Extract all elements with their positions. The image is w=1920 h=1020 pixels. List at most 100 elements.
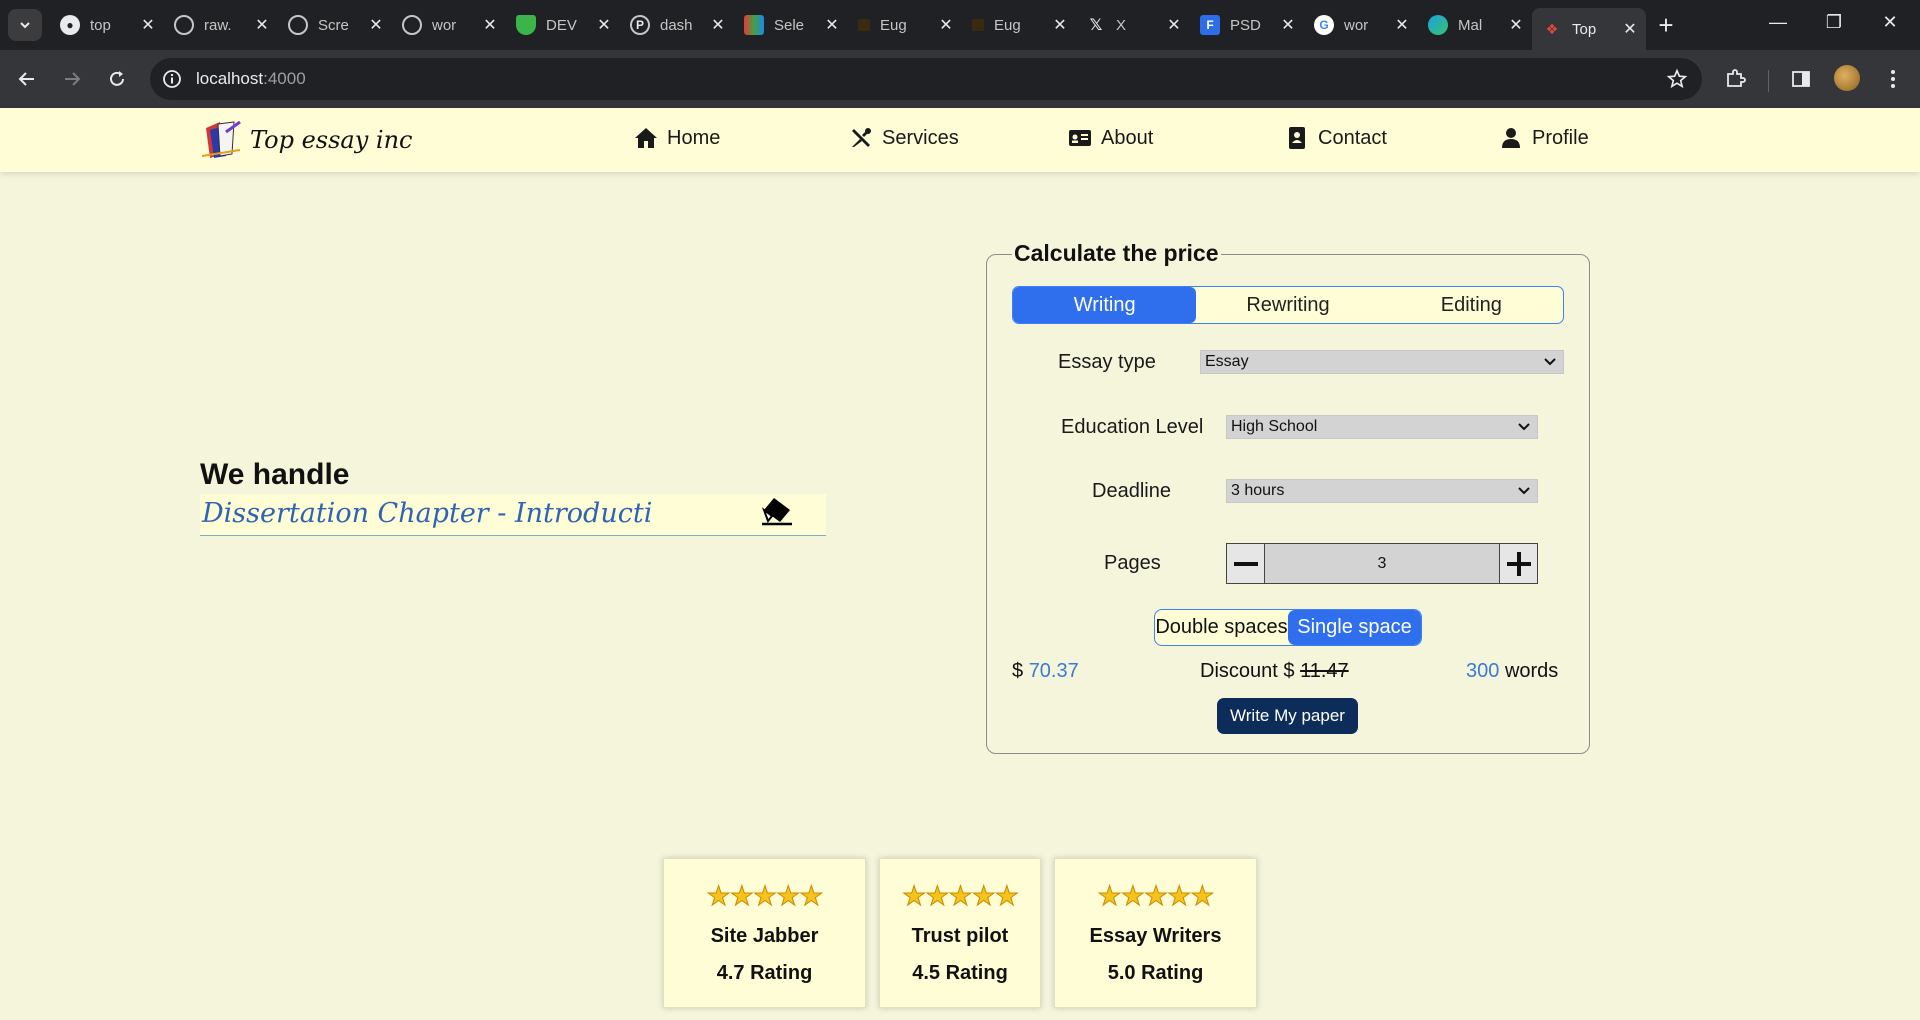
close-window-icon[interactable]: ✕: [1868, 12, 1912, 33]
five-stars-icon: ★★★★★: [901, 881, 1019, 912]
site-logo[interactable]: Top essay inc: [200, 120, 413, 160]
close-tab-icon[interactable]: ✕: [708, 15, 728, 35]
new-tab-button[interactable]: +: [1650, 9, 1682, 41]
tab-title: X: [1116, 16, 1127, 34]
close-tab-icon[interactable]: ✕: [1164, 15, 1184, 35]
tab-title: PSD: [1230, 16, 1261, 34]
puzzle-icon: [1727, 69, 1746, 87]
browser-tab[interactable]: raw. ✕: [164, 8, 278, 42]
close-tab-icon[interactable]: ✕: [138, 15, 158, 35]
browser-tab[interactable]: Eug ✕: [848, 8, 962, 42]
rating-source: Essay Writers: [1089, 925, 1222, 947]
plus-icon: [1506, 551, 1531, 576]
deadline-select[interactable]: 3 hours: [1226, 479, 1538, 503]
browser-menu-button[interactable]: [1878, 64, 1908, 94]
browser-tab[interactable]: Scre ✕: [278, 8, 392, 42]
tab-title: Sele: [774, 16, 805, 34]
tab-editing[interactable]: Editing: [1380, 287, 1563, 323]
nav-label: Services: [882, 126, 959, 149]
browser-tab[interactable]: G wor ✕: [1304, 8, 1418, 42]
tab-search-button[interactable]: [8, 9, 42, 41]
decrement-button[interactable]: [1227, 544, 1265, 583]
close-tab-icon[interactable]: ✕: [594, 15, 614, 35]
nav-contact[interactable]: Contact: [1284, 126, 1387, 150]
close-tab-icon[interactable]: ✕: [252, 15, 272, 35]
reload-button[interactable]: [100, 62, 134, 96]
nav-label: Home: [667, 126, 721, 149]
psd-icon: F: [1200, 15, 1220, 35]
browser-toolbar: localhost:4000: [0, 50, 1920, 108]
tab-title: wor: [1344, 16, 1369, 34]
price-display: $ 70.37: [1012, 660, 1079, 683]
minimize-icon[interactable]: —: [1756, 12, 1800, 33]
rating-value: 4.7 Rating: [716, 962, 813, 984]
browser-tab[interactable]: Eug ✕: [962, 8, 1076, 42]
contact-book-icon: [1284, 126, 1310, 150]
pages-input[interactable]: 3: [1265, 544, 1499, 583]
browser-tab[interactable]: 𝕏 X ✕: [1076, 8, 1190, 42]
price-value: 70.37: [1028, 660, 1079, 682]
browser-tab[interactable]: Sele ✕: [734, 8, 848, 42]
nav-services[interactable]: Services: [848, 126, 959, 150]
browser-tab[interactable]: Mal ✕: [1418, 8, 1532, 42]
site-logo-icon: ❖: [1545, 20, 1559, 37]
browser-tab-active[interactable]: ❖ Top ✕: [1532, 8, 1646, 50]
tab-title: wor: [432, 16, 457, 34]
write-my-paper-button[interactable]: Write My paper: [1217, 698, 1358, 734]
single-space-option[interactable]: Single space: [1288, 610, 1421, 645]
url-host: localhost: [196, 69, 264, 88]
close-tab-icon[interactable]: ✕: [822, 15, 842, 35]
education-level-select[interactable]: High School: [1226, 415, 1538, 439]
tab-title: Scre: [318, 16, 349, 34]
rating-source: Site Jabber: [710, 925, 819, 947]
url-port: :4000: [263, 69, 306, 88]
nav-about[interactable]: About: [1067, 126, 1153, 150]
extensions-button[interactable]: [1720, 64, 1750, 94]
essay-type-select[interactable]: Essay: [1200, 350, 1564, 374]
increment-button[interactable]: [1499, 544, 1537, 583]
browser-tab[interactable]: F PSD ✕: [1190, 8, 1304, 42]
tab-writing[interactable]: Writing: [1013, 287, 1197, 323]
tab-title: dash: [660, 16, 693, 34]
five-stars-icon: ★★★★★: [706, 881, 824, 912]
double-spaces-option[interactable]: Double spaces: [1155, 610, 1288, 645]
tab-rewriting[interactable]: Rewriting: [1196, 287, 1379, 323]
tab-title: top: [90, 16, 111, 34]
close-tab-icon[interactable]: ✕: [480, 15, 500, 35]
browser-tab[interactable]: wor ✕: [392, 8, 506, 42]
back-button[interactable]: [10, 62, 44, 96]
forward-button[interactable]: [55, 62, 89, 96]
close-tab-icon[interactable]: ✕: [936, 15, 956, 35]
browser-tab[interactable]: ● top ✕: [50, 8, 164, 42]
close-tab-icon[interactable]: ✕: [1620, 19, 1640, 39]
nav-home[interactable]: Home: [633, 126, 720, 150]
browser-tab[interactable]: P dash ✕: [620, 8, 734, 42]
close-tab-icon[interactable]: ✕: [1278, 15, 1298, 35]
pages-label: Pages: [1104, 552, 1161, 574]
x-logo-icon: 𝕏: [1089, 17, 1103, 34]
browser-tab-bar: ● top ✕ raw. ✕ Scre ✕ wor ✕ DEV ✕ P dash…: [0, 0, 1920, 50]
close-tab-icon[interactable]: ✕: [366, 15, 386, 35]
currency-symbol: $: [1012, 660, 1024, 682]
typewriter-text: Dissertation Chapter - Introducti: [202, 498, 653, 529]
globe-icon: [174, 15, 194, 35]
close-tab-icon[interactable]: ✕: [1392, 15, 1412, 35]
logo-text: Top essay inc: [250, 126, 413, 154]
profile-avatar[interactable]: [1834, 65, 1860, 91]
nav-profile[interactable]: Profile: [1498, 126, 1589, 150]
info-icon[interactable]: [162, 69, 182, 89]
browser-tab[interactable]: DEV ✕: [506, 8, 620, 42]
address-bar[interactable]: localhost:4000: [150, 58, 1702, 100]
close-tab-icon[interactable]: ✕: [1506, 15, 1526, 35]
restore-icon[interactable]: ❐: [1812, 12, 1856, 33]
side-panel-button[interactable]: [1786, 64, 1816, 94]
discount-label: Discount $: [1200, 660, 1295, 682]
deadline-value: 3 hours: [1231, 482, 1285, 499]
toolbar-divider: [1768, 70, 1769, 92]
bookmark-star-icon[interactable]: [1666, 68, 1688, 90]
rating-card-essay-writers: ★★★★★ Essay Writers 5.0 Rating: [1054, 858, 1257, 1008]
close-tab-icon[interactable]: ✕: [1050, 15, 1070, 35]
github-icon: ●: [60, 15, 80, 35]
tab-title: DEV: [546, 16, 577, 34]
tab-title: raw.: [204, 16, 232, 34]
